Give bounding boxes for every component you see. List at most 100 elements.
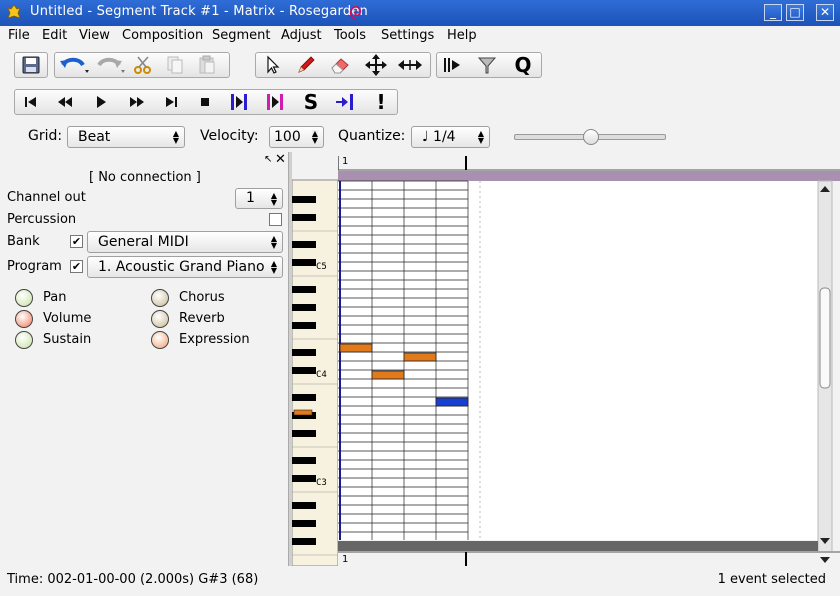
black-key-c-sharp[interactable]	[292, 367, 316, 374]
play-button[interactable]	[87, 91, 115, 113]
matrix-editor[interactable]: 1 1	[337, 152, 840, 566]
status-bar: Time: 002-01-00-00 (2.000s) G#3 (68) 1 e…	[0, 570, 840, 592]
draw-tool-button[interactable]	[292, 54, 320, 76]
segment-bar[interactable]	[338, 171, 840, 181]
black-key-d-sharp[interactable]	[292, 457, 316, 464]
selected-note-event[interactable]	[435, 397, 469, 407]
black-key-d-sharp[interactable]	[292, 349, 316, 356]
black-key-g-sharp[interactable]	[292, 520, 316, 527]
vertical-scrollbar-thumb[interactable]	[819, 287, 831, 389]
channel-out-spinbox[interactable]: 1 ▲ ▼	[235, 188, 283, 209]
menu-help[interactable]: Help	[447, 28, 477, 43]
chorus-knob[interactable]	[151, 289, 169, 307]
note-event[interactable]	[371, 370, 405, 380]
menu-tools[interactable]: Tools	[334, 28, 366, 43]
grid-select[interactable]: Beat ▲ ▼	[67, 126, 185, 148]
black-key-c-sharp[interactable]	[292, 259, 316, 266]
black-key-c-sharp[interactable]	[292, 475, 316, 482]
resize-tool-button[interactable]	[396, 54, 424, 76]
transport-toolbar: S !	[14, 89, 398, 115]
black-key-d-sharp[interactable]	[292, 241, 316, 248]
zoom-slider-handle[interactable]	[583, 129, 599, 145]
menu-edit[interactable]: Edit	[42, 28, 67, 43]
step-record-button[interactable]	[439, 54, 467, 76]
black-key-f-sharp[interactable]	[292, 430, 316, 437]
pan-knob[interactable]	[15, 289, 33, 307]
expression-knob[interactable]	[151, 331, 169, 349]
menu-view[interactable]: View	[79, 28, 110, 43]
note-event[interactable]	[339, 343, 373, 353]
bank-checkbox[interactable]: ✔	[70, 235, 83, 248]
channel-out-value: 1	[246, 190, 255, 206]
checkmark-icon: ✔	[71, 235, 82, 248]
solo-button[interactable]: S	[297, 90, 325, 114]
black-key-f-sharp[interactable]	[292, 214, 316, 221]
program-checkbox[interactable]: ✔	[70, 260, 83, 273]
fast-forward-to-end-button[interactable]	[157, 91, 185, 113]
channel-out-label: Channel out	[7, 190, 86, 205]
menu-segment[interactable]: Segment	[212, 28, 271, 43]
stop-button[interactable]	[191, 91, 219, 113]
grid-select-value: Beat	[78, 129, 111, 145]
minimize-button[interactable]: _	[764, 4, 782, 21]
rewind-to-start-button[interactable]	[17, 91, 45, 113]
quantize-select[interactable]: ♩ 1/4 ▲ ▼	[411, 126, 490, 148]
sustain-knob[interactable]	[15, 331, 33, 349]
horizontal-scroll-strip[interactable]	[338, 541, 818, 551]
quantize-toolbar: Q	[436, 52, 542, 78]
chorus-label: Chorus	[179, 290, 225, 305]
panic-button[interactable]: !	[367, 90, 395, 114]
note-event[interactable]	[403, 352, 437, 362]
menu-composition[interactable]: Composition	[122, 28, 203, 43]
close-panel-icon[interactable]: ✕	[275, 152, 286, 167]
menu-settings[interactable]: Settings	[381, 28, 434, 43]
black-key-f-sharp[interactable]	[292, 322, 316, 329]
cursor-to-playback-button[interactable]	[225, 91, 253, 113]
scroll-to-follow-button[interactable]	[331, 91, 359, 113]
select-tool-button[interactable]	[258, 54, 286, 76]
piano-keyboard[interactable]: C5 C4 C3	[291, 152, 339, 567]
save-button[interactable]	[17, 54, 45, 76]
zoom-slider-track[interactable]	[514, 129, 666, 145]
filter-button[interactable]	[473, 54, 501, 76]
bank-select[interactable]: General MIDI ▲ ▼	[87, 231, 283, 253]
black-key-a-sharp[interactable]	[292, 394, 316, 401]
piano-keys[interactable]	[291, 152, 339, 567]
menu-adjust[interactable]: Adjust	[281, 28, 322, 43]
black-key-f-sharp[interactable]	[292, 538, 316, 545]
undo-button[interactable]	[57, 54, 91, 76]
maximize-button[interactable]: □	[786, 4, 804, 21]
volume-knob[interactable]	[15, 310, 33, 328]
fast-forward-button[interactable]	[123, 91, 151, 113]
move-tool-button[interactable]	[362, 54, 390, 76]
cut-button[interactable]	[129, 54, 157, 76]
spin-arrows-icon: ▲ ▼	[270, 259, 277, 275]
black-key-g-sharp[interactable]	[292, 196, 316, 203]
percussion-checkbox[interactable]	[269, 213, 282, 226]
black-key-a-sharp[interactable]	[292, 502, 316, 509]
redo-button[interactable]	[93, 54, 127, 76]
black-key-a-sharp[interactable]	[292, 286, 316, 293]
highlighted-key	[293, 409, 313, 416]
menu-file[interactable]: File	[8, 28, 30, 43]
bottom-ruler[interactable]	[338, 551, 840, 566]
velocity-spinbox[interactable]: 100 ▲ ▼	[269, 126, 324, 148]
erase-tool-button[interactable]	[326, 54, 354, 76]
paste-button[interactable]	[193, 54, 221, 76]
top-ruler[interactable]	[338, 152, 840, 170]
undock-icon[interactable]: ↖	[264, 154, 272, 165]
key-label-c5: C5	[316, 262, 327, 272]
quantize-button[interactable]: Q	[509, 53, 537, 77]
playback-to-cursor-button[interactable]	[261, 91, 289, 113]
copy-button[interactable]	[161, 54, 189, 76]
close-button[interactable]: ✕	[816, 4, 834, 21]
horizontal-resize-icon	[398, 60, 422, 70]
program-select[interactable]: 1. Acoustic Grand Piano ▲ ▼	[87, 256, 283, 278]
reverb-knob[interactable]	[151, 310, 169, 328]
solo-glyph: S	[303, 90, 319, 114]
status-selection: 1 event selected	[717, 572, 826, 587]
rewind-button[interactable]	[51, 91, 79, 113]
black-key-g-sharp[interactable]	[292, 304, 316, 311]
rosegarden-app-icon[interactable]	[6, 4, 22, 21]
matrix-grid[interactable]	[337, 152, 840, 566]
